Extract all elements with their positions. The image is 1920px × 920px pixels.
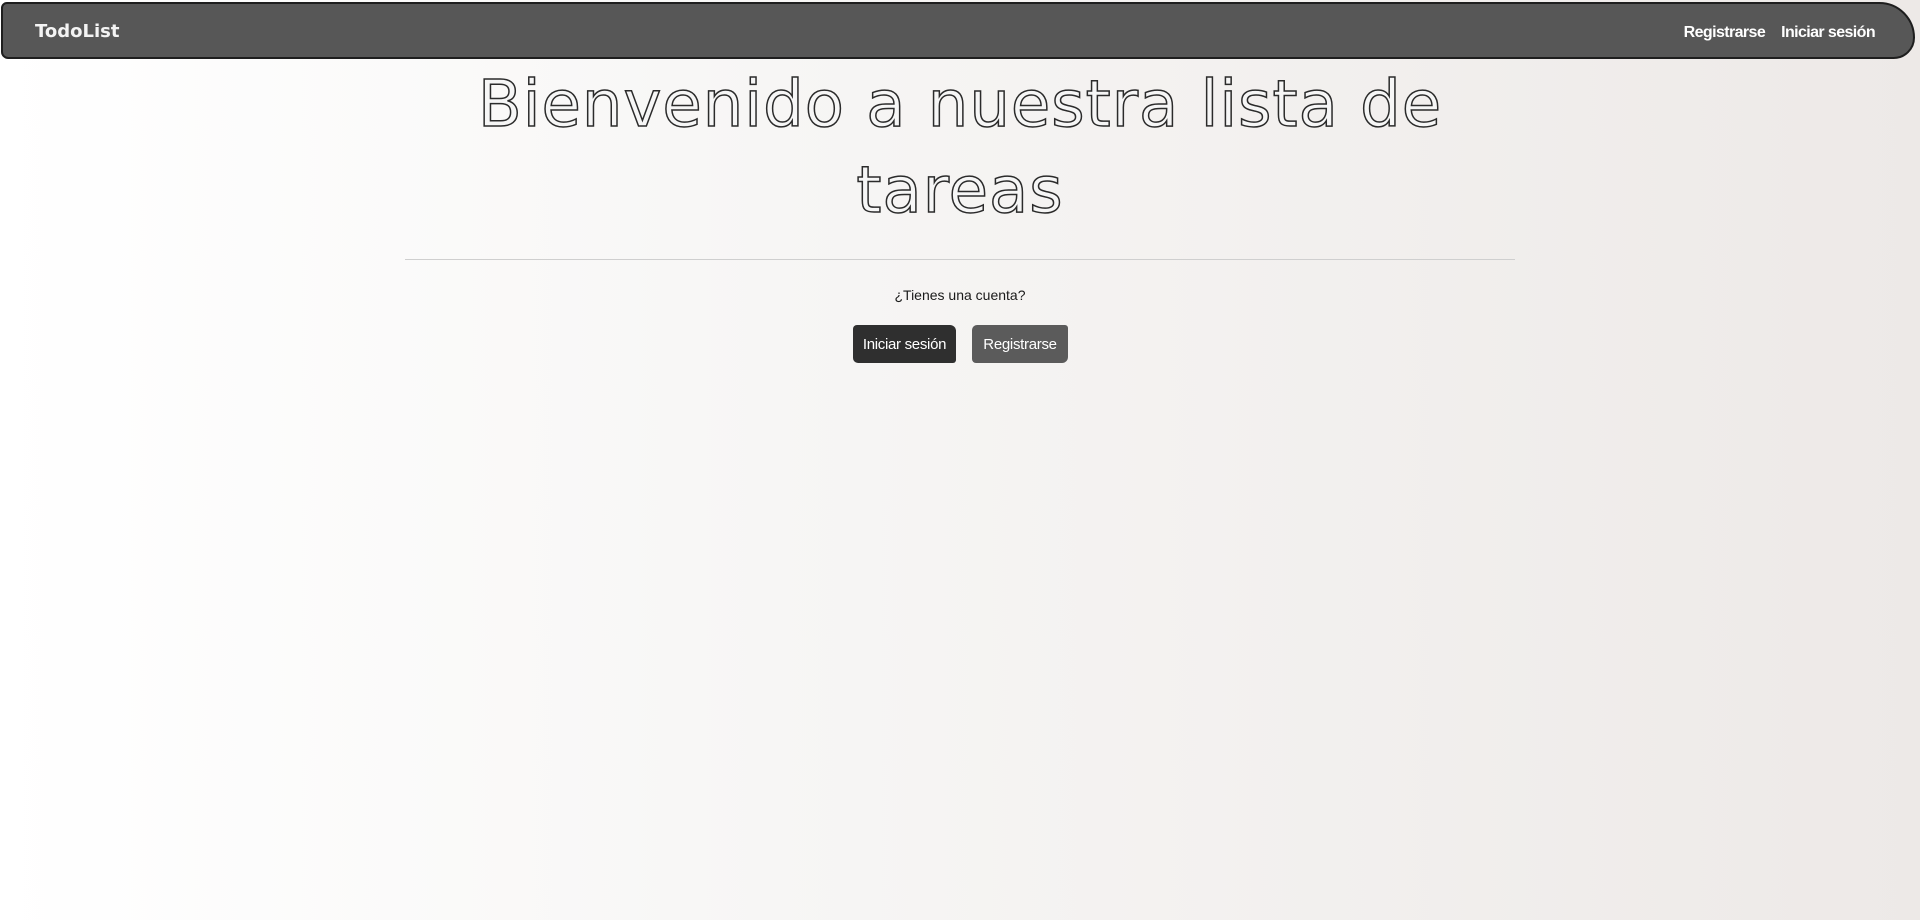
- register-button[interactable]: Registrarse: [972, 325, 1068, 363]
- top-navbar: TodoList Registrarse Iniciar sesión: [1, 2, 1915, 59]
- title-divider: [405, 259, 1515, 260]
- login-button[interactable]: Iniciar sesión: [853, 325, 956, 363]
- page-title: Bienvenido a nuestra lista de tareas: [477, 67, 1443, 229]
- nav-login-link[interactable]: Iniciar sesión: [1781, 24, 1875, 42]
- account-question: ¿Tienes una cuenta?: [894, 287, 1026, 303]
- nav-register-link[interactable]: Registrarse: [1684, 24, 1766, 42]
- brand-link[interactable]: TodoList: [35, 21, 119, 42]
- nav-links: Registrarse Iniciar sesión: [1684, 24, 1876, 42]
